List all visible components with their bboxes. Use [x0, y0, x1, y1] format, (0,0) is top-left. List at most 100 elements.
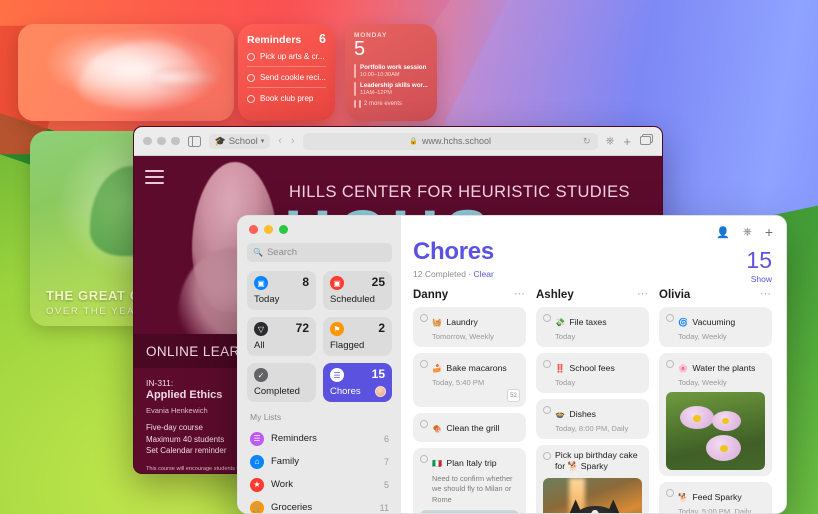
reminders-app-window[interactable]: 🔍 Search ▣ 8 Today ▣ 25 Scheduled ▽ 72 A… — [237, 215, 787, 514]
smart-list-chores[interactable]: ☰ 15 Chores — [323, 363, 392, 402]
column-title: Danny — [413, 289, 449, 301]
column-olivia: Olivia ⋯ 🌀 Vacuuming Today, Weekly 🌸 Wat… — [659, 289, 772, 513]
task-note: Need to confirm whether we should fly to… — [432, 474, 513, 504]
pink-cosmos-flowers-photo[interactable] — [666, 392, 765, 470]
reminders-widget[interactable]: Reminders 6 Pick up arts & cr... Send co… — [238, 24, 335, 121]
checkbox-icon[interactable] — [420, 420, 428, 428]
italy-coast-photo[interactable] — [420, 510, 519, 513]
calendar-event[interactable]: Leadership skills wor... 11AM–12PM — [354, 82, 429, 96]
column-ashley: Ashley ⋯ 💸 File taxes Today ‼️ School fe… — [536, 289, 649, 513]
checkbox-icon[interactable] — [666, 314, 674, 322]
checkbox-icon[interactable] — [543, 360, 551, 368]
reminders-widget-item[interactable]: Pick up arts & cr... — [247, 46, 326, 67]
smart-list-scheduled[interactable]: ▣ 25 Scheduled — [323, 271, 392, 310]
back-button[interactable]: ‹ — [278, 135, 282, 147]
task-emoji: 🍰 — [432, 364, 442, 373]
task-item[interactable]: 🍰 Bake macarons Today, 5:40 PM 52 — [413, 353, 526, 407]
checkbox-icon[interactable] — [420, 314, 428, 322]
checkbox-icon[interactable] — [247, 94, 255, 103]
my-lists-header: My Lists — [250, 412, 282, 422]
forward-button[interactable]: › — [291, 135, 295, 147]
search-field[interactable]: 🔍 Search — [247, 243, 392, 262]
checkbox-icon[interactable] — [543, 406, 551, 414]
checkbox-icon[interactable] — [666, 360, 674, 368]
sidebar-icon[interactable] — [187, 135, 201, 147]
add-person-icon[interactable]: 👤 — [716, 226, 730, 239]
reminder-item-label: Book club prep — [260, 94, 314, 103]
search-placeholder: Search — [266, 247, 298, 258]
task-title: File taxes — [569, 317, 607, 327]
column-more-icon[interactable]: ⋯ — [514, 289, 526, 299]
reload-icon[interactable]: ↻ — [583, 136, 591, 147]
checkbox-icon[interactable] — [247, 73, 255, 82]
task-item[interactable]: 🍲 Dishes Today, 8:00 PM, Daily — [536, 399, 649, 439]
list-count: 5 — [383, 479, 389, 490]
zoom-button[interactable] — [279, 225, 288, 234]
reminders-widget-item[interactable]: Send cookie reci... — [247, 67, 326, 88]
window-traffic-lights[interactable] — [247, 225, 392, 234]
task-subtitle: Today, 8:00 PM, Daily — [555, 424, 629, 433]
task-emoji: 🐕 — [678, 493, 688, 502]
column-header: Ashley ⋯ — [536, 289, 649, 301]
list-icon: ☰ — [330, 368, 344, 382]
close-button[interactable] — [143, 136, 152, 146]
sidebar-item-groceries[interactable]: 🛒 Groceries 11 — [247, 496, 392, 513]
more-events-label: 2 more events — [364, 101, 403, 107]
minimize-button[interactable] — [264, 225, 273, 234]
menu-icon[interactable] — [145, 170, 164, 188]
tabs-overview-icon[interactable] — [640, 132, 653, 150]
smart-list-today[interactable]: ▣ 8 Today — [247, 271, 316, 310]
tab-group-label: School — [228, 135, 258, 147]
checkbox-icon[interactable] — [543, 452, 551, 460]
checkbox-icon[interactable] — [420, 360, 428, 368]
column-more-icon[interactable]: ⋯ — [760, 289, 772, 299]
calendar-more-events[interactable]: 2 more events — [354, 100, 429, 108]
sidebar-item-family[interactable]: ⌂ Family 7 — [247, 450, 392, 473]
checkbox-icon[interactable] — [247, 52, 255, 61]
minimize-button[interactable] — [157, 136, 166, 146]
reminders-widget-item[interactable]: Book club prep — [247, 88, 326, 108]
safari-right-buttons[interactable]: ⎈ + — [606, 132, 653, 150]
tab-group-button[interactable]: 🎓 School ▾ — [208, 133, 271, 149]
task-item[interactable]: 💸 File taxes Today — [536, 307, 649, 347]
task-item[interactable]: 🍖 Clean the grill — [413, 413, 526, 442]
smart-list-completed[interactable]: ✓ Completed — [247, 363, 316, 402]
separator-dot: · — [468, 269, 472, 279]
task-emoji: ‼️ — [555, 364, 565, 373]
new-tab-icon[interactable]: + — [623, 134, 631, 149]
clear-completed-button[interactable]: Clear — [474, 269, 494, 279]
photos-widget-dog[interactable] — [18, 24, 234, 121]
checkbox-icon[interactable] — [420, 455, 428, 463]
sidebar-item-reminders[interactable]: ☰ Reminders 6 — [247, 427, 392, 450]
calendar-event[interactable]: Portfolio work session 10:00–10:30AM — [354, 64, 429, 78]
calendar-widget[interactable]: MONDAY 5 Portfolio work session 10:00–10… — [345, 24, 437, 121]
task-item[interactable]: 🐕 Feed Sparky Today, 5:00 PM, Daily — [659, 482, 772, 513]
share-icon[interactable]: ⎈ — [606, 135, 615, 148]
window-traffic-lights[interactable] — [143, 136, 180, 146]
avatar — [375, 386, 386, 397]
sidebar-item-work[interactable]: ★ Work 5 — [247, 473, 392, 496]
task-item[interactable]: 🌀 Vacuuming Today, Weekly — [659, 307, 772, 347]
column-more-icon[interactable]: ⋯ — [637, 289, 649, 299]
task-item[interactable]: 🌸 Water the plants Today, Weekly — [659, 353, 772, 476]
show-completed-button[interactable]: Show — [751, 274, 772, 284]
checkbox-icon[interactable] — [543, 314, 551, 322]
task-item[interactable]: 🧺 Laundry Tomorrow, Weekly — [413, 307, 526, 347]
boston-terrier-photo[interactable] — [543, 477, 642, 513]
add-reminder-icon[interactable]: + — [765, 224, 773, 240]
task-item[interactable]: Pick up birthday cake for 🐕 Sparky — [536, 445, 649, 513]
task-attachment-badge[interactable]: 52 — [507, 389, 520, 402]
smart-list-flagged[interactable]: ⚑ 2 Flagged — [323, 317, 392, 356]
task-item[interactable]: ‼️ School fees Today — [536, 353, 649, 393]
smart-list-all[interactable]: ▽ 72 All — [247, 317, 316, 356]
navigation-arrows[interactable]: ‹ › — [278, 135, 294, 147]
checkbox-icon[interactable] — [666, 489, 674, 497]
zoom-button[interactable] — [171, 136, 180, 146]
share-icon[interactable]: ⎈ — [743, 226, 752, 239]
close-button[interactable] — [249, 225, 258, 234]
chevron-down-icon: ▾ — [260, 138, 265, 145]
task-item[interactable]: 🇮🇹 Plan Italy trip Need to confirm wheth… — [413, 448, 526, 513]
reminder-item-label: Pick up arts & cr... — [260, 52, 325, 61]
address-bar[interactable]: 🔒 www.hchs.school ↻ — [302, 132, 598, 150]
flower-core-1 — [692, 414, 701, 422]
